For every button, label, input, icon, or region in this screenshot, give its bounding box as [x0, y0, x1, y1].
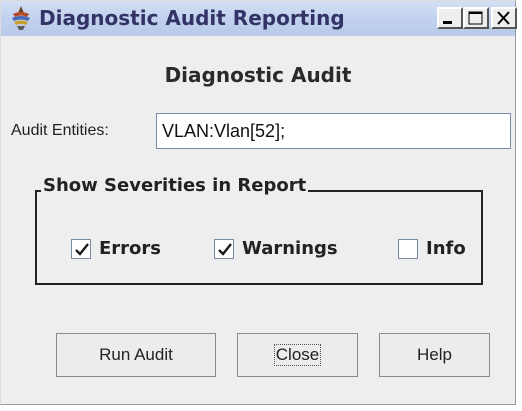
minimize-icon	[443, 21, 452, 24]
warnings-checkbox-box[interactable]	[214, 239, 234, 259]
checkmark-icon	[75, 243, 89, 256]
maximize-button[interactable]	[463, 7, 489, 29]
close-button-label: Close	[273, 344, 322, 366]
run-audit-button-label: Run Audit	[99, 345, 173, 364]
info-checkbox-box[interactable]	[398, 239, 418, 259]
window-title: Diagnostic Audit Reporting	[39, 6, 345, 30]
maximize-icon	[468, 11, 483, 25]
run-audit-button[interactable]: Run Audit	[56, 333, 216, 377]
checkmark-icon	[218, 243, 232, 256]
dialog-window: Diagnostic Audit Reporting Diagnostic Au…	[0, 0, 517, 405]
audit-entities-input[interactable]	[156, 113, 511, 149]
info-checkbox-label: Info	[426, 238, 466, 259]
close-button[interactable]: Close	[237, 333, 358, 377]
help-button-label: Help	[417, 345, 452, 364]
help-button[interactable]: Help	[379, 333, 490, 377]
errors-checkbox-box[interactable]	[71, 239, 91, 259]
warnings-checkbox-label: Warnings	[242, 238, 338, 259]
app-icon[interactable]	[8, 5, 34, 31]
title-bar[interactable]: Diagnostic Audit Reporting	[1, 1, 517, 36]
close-icon	[497, 11, 510, 25]
minimize-button[interactable]	[437, 7, 463, 29]
audit-entities-label: Audit Entities:	[11, 122, 109, 139]
dialog-heading: Diagnostic Audit	[164, 63, 352, 87]
errors-checkbox-label: Errors	[99, 238, 162, 259]
severities-group-title: Show Severities in Report	[41, 175, 309, 196]
close-window-button[interactable]	[491, 7, 517, 29]
